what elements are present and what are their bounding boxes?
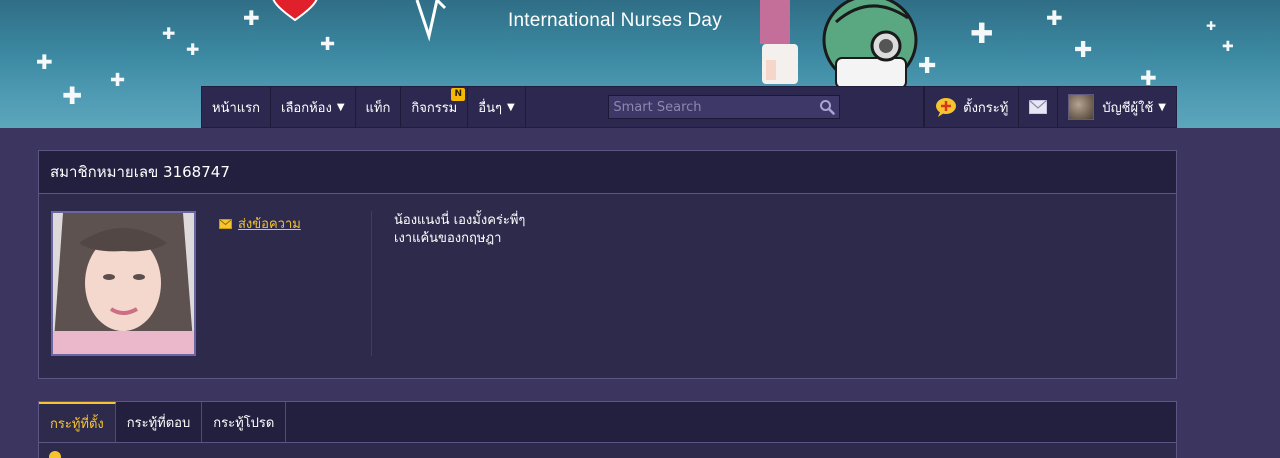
avatar [1068,94,1095,120]
account-label: บัญชีผู้ใช้ [1102,100,1154,116]
topics-panel: กระทู้ที่ตั้ง กระทู้ที่ตอบ กระทู้โปรด [38,401,1177,458]
send-message-link[interactable]: ส่งข้อความ [219,213,301,234]
banner-cross-decoration: ✚ [36,50,53,74]
nav-more[interactable]: อื่นๆ ▼ [468,87,526,127]
new-badge: N [451,88,466,101]
heart-icon [272,0,318,22]
nav-home[interactable]: หน้าแรก [202,87,271,127]
search-area [526,87,925,127]
divider [371,211,372,356]
nav-tags-label: แท็ก [365,100,391,116]
search-input[interactable] [609,99,816,115]
nav-activities[interactable]: กิจกรรม N [401,87,469,127]
banner-cross-decoration: ✚ [1222,39,1234,55]
banner-cross-decoration: ✚ [970,17,994,50]
banner-cross-decoration: ✚ [186,40,200,59]
messages-button[interactable] [1019,87,1059,127]
account-menu[interactable]: บัญชีผู้ใช้ ▼ [1058,87,1176,127]
new-topic-label: ตั้งกระทู้ [963,100,1009,116]
banner-cross-decoration: ✚ [1206,19,1217,33]
mail-icon [1029,100,1048,114]
banner-cross-decoration: ✚ [1140,66,1157,90]
nav-choose-room-label: เลือกห้อง [281,100,332,116]
banner-cross-decoration: ✚ [320,34,336,55]
caret-down-icon: ▼ [336,101,345,113]
tab-my-topics[interactable]: กระทู้ที่ตั้ง [39,402,116,442]
page-title: สมาชิกหมายเลข 3168747 [50,163,230,181]
banner-title: International Nurses Day [508,10,722,31]
bio-line: เงาแค้นของกฤษฎา [394,231,502,246]
banner-cross-decoration: ✚ [62,82,83,110]
info-notice [39,443,1176,458]
banner-cross-decoration: ✚ [110,70,126,91]
profile-panel: สมาชิกหมายเลข 3168747 ส่งข้อความ น้องแนง… [38,150,1177,379]
profile-photo [51,211,196,356]
banner-cross-decoration: ✚ [162,24,176,43]
tab-replied-topics[interactable]: กระทู้ที่ตอบ [116,402,203,442]
search-icon[interactable] [815,96,839,118]
nurse-mascot-illustration [760,0,918,88]
new-topic-button[interactable]: ตั้งกระทู้ [924,87,1020,127]
send-message-text[interactable]: ส่งข้อความ [238,213,301,234]
heartbeat-line-icon [415,0,447,42]
bio-line: น้องแนงนี่ เองมั้งคร่ะพี่ๆ [394,213,526,228]
nav-home-label: หน้าแรก [212,100,260,116]
caret-down-icon: ▼ [1158,101,1166,113]
banner-cross-decoration: ✚ [243,6,260,30]
nav-choose-room[interactable]: เลือกห้อง ▼ [271,87,356,127]
main-navbar: หน้าแรก เลือกห้อง ▼ แท็ก กิจกรรม N อื่นๆ… [201,86,1177,128]
profile-header: สมาชิกหมายเลข 3168747 [39,151,1176,194]
tab-favorite-topics[interactable]: กระทู้โปรด [202,402,287,442]
nav-tags[interactable]: แท็ก [356,87,402,127]
caret-down-icon: ▼ [506,101,515,113]
new-topic-icon [936,98,957,117]
search-box [608,95,841,119]
envelope-icon [219,218,232,229]
profile-bio: น้องแนงนี่ เองมั้งคร่ะพี่ๆ เงาแค้นของกฤษ… [394,212,525,248]
info-icon [49,451,61,458]
nav-more-label: อื่นๆ [478,100,502,116]
topic-tabs: กระทู้ที่ตั้ง กระทู้ที่ตอบ กระทู้โปรด [39,402,1176,443]
banner-cross-decoration: ✚ [1074,38,1093,63]
banner-cross-decoration: ✚ [1046,6,1063,30]
